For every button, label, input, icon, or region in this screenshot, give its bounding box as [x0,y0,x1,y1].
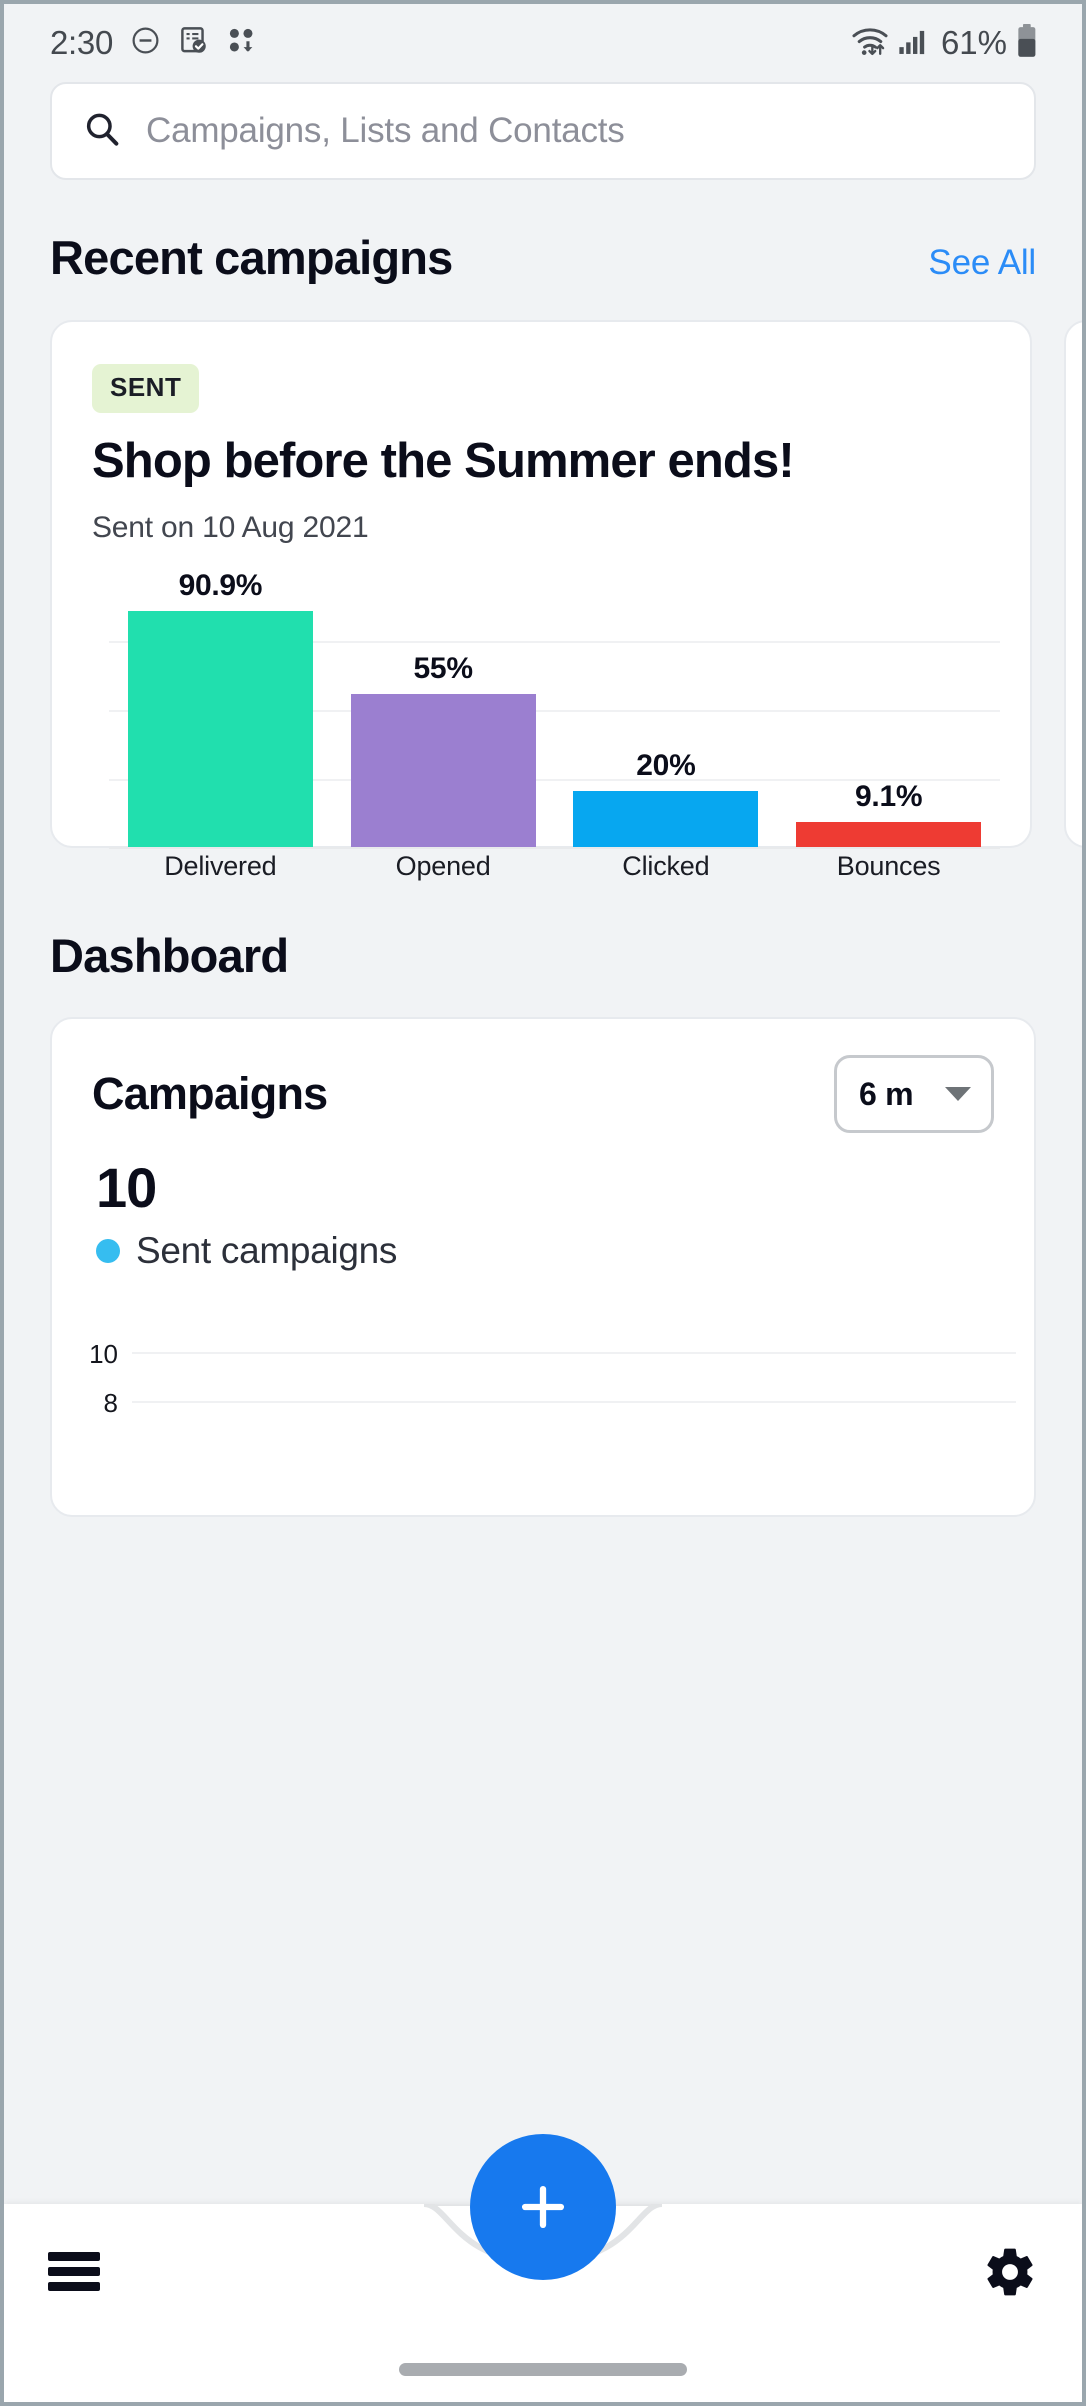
campaign-title: Shop before the Summer ends! [92,434,795,488]
campaign-sent-date: Sent on 10 Aug 2021 [92,510,369,544]
campaign-card[interactable]: SENT Shop before the Summer ends! Sent o… [50,320,1032,881]
status-bar-right: 61% [851,23,1038,63]
hamburger-menu-icon[interactable] [48,2248,110,2301]
battery-icon [1016,23,1038,63]
bar-value-label: 20% [636,748,696,782]
plus-icon [521,2185,565,2229]
bar-column: 9.1% [777,569,1000,847]
dots-download-icon [226,25,257,61]
dashboard-card-header: Campaigns 6 m [52,1019,1034,1133]
bottom-navigation-bar [4,2134,1082,2402]
bar-category-label: Clicked [622,850,710,881]
time-range-dropdown[interactable]: 6 m [834,1055,994,1133]
legend-label: Sent campaigns [136,1230,398,1271]
signal-icon [898,26,928,61]
see-all-link[interactable]: See All [928,243,1036,283]
status-time: 2:30 [50,24,114,61]
bar-column: 90.9% [109,569,332,847]
campaigns-line-chart: 10 8 [52,1339,1034,1515]
chart-axis-line [109,846,1000,849]
status-bar-left: 2:30 [50,24,257,62]
status-bar: 2:30 61% [4,4,1082,82]
chevron-down-icon [945,1087,971,1101]
campaigns-dashboard-card: Campaigns 6 m 10 Sent campaigns 10 8 [50,1017,1036,1517]
legend-color-dot [96,1239,120,1263]
bar-value-label: 90.9% [178,568,263,602]
search-placeholder: Campaigns, Lists and Contacts [146,111,625,150]
chart-category-labels: Delivered Opened Clicked Bounces [109,851,1000,882]
bar-rect [127,610,313,847]
bar-value-label: 9.1% [855,779,923,813]
sent-campaigns-count: 10 [96,1156,157,1219]
bar-value-label: 55% [413,651,473,685]
status-badge: SENT [92,364,200,413]
search-section: Campaigns, Lists and Contacts [4,82,1082,180]
do-not-disturb-icon [130,25,161,61]
search-input[interactable]: Campaigns, Lists and Contacts [50,82,1036,180]
wifi-icon [851,25,889,62]
battery-percent: 61% [940,24,1007,61]
bar-category-label: Bounces [836,850,941,881]
phone-screen: 2:30 61% Campaigns, Lists and Contacts R… [4,4,1082,2402]
recent-campaigns-header: Recent campaigns See All [4,180,1082,285]
search-icon [82,109,122,154]
y-tick-label: 8 [103,1388,118,1418]
campaign-card-next[interactable] [1064,320,1082,848]
bar-category-label: Delivered [164,850,277,881]
page-title: Recent campaigns [50,231,453,284]
chart-legend: Sent campaigns [96,1230,1034,1272]
chart-bars: 90.9% 55% 20% 9.1% [109,569,1000,847]
campaign-carousel[interactable]: SENT Shop before the Summer ends! Sent o… [4,320,1082,881]
chart-gridline [132,1401,1016,1403]
bar-rect [350,693,536,847]
gear-icon[interactable] [982,2244,1038,2305]
gesture-handle[interactable] [399,2363,687,2376]
dashboard-title: Dashboard [50,929,289,982]
dashboard-card-title: Campaigns [92,1068,328,1119]
time-range-value: 6 m [859,1075,914,1112]
campaign-bar-chart: 90.9% 55% 20% 9.1% Delivered Opened Clicked Bo… [82,569,1000,881]
bar-rect [573,790,759,847]
bar-category-label: Opened [395,850,491,881]
bar-rect [796,821,982,847]
bar-column: 55% [332,569,555,847]
bar-column: 20% [555,569,778,847]
y-tick-label: 10 [89,1339,118,1369]
note-check-icon [178,25,209,61]
chart-gridline [132,1352,1016,1354]
add-campaign-fab[interactable] [470,2134,616,2280]
